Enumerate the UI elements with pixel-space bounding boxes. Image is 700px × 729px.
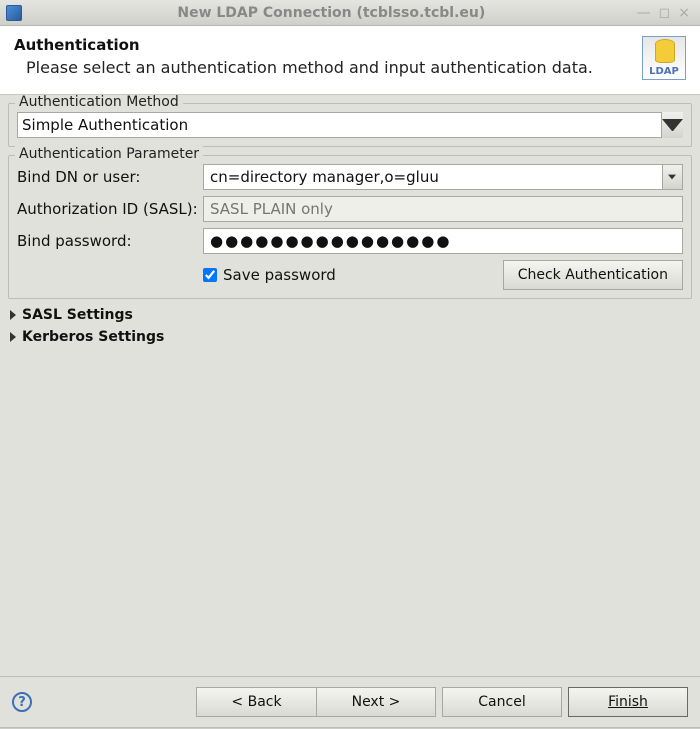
bind-password-label: Bind password: (17, 232, 203, 250)
save-password-checkbox[interactable] (203, 268, 217, 282)
bind-password-input[interactable] (203, 228, 683, 254)
bind-dn-label: Bind DN or user: (17, 168, 203, 186)
auth-id-input (203, 196, 683, 222)
maximize-button[interactable]: ◻ (655, 5, 675, 21)
app-icon (6, 5, 22, 21)
auth-id-label: Authorization ID (SASL): (17, 200, 203, 218)
auth-method-select[interactable]: Simple Authentication (17, 112, 683, 138)
wizard-footer: ? < Back Next > Cancel Finish (0, 676, 700, 727)
bind-dn-input[interactable] (203, 164, 662, 190)
auth-param-legend: Authentication Parameter (15, 146, 203, 162)
sasl-settings-label: SASL Settings (22, 307, 133, 323)
page-title: Authentication (14, 36, 632, 54)
auth-method-legend: Authentication Method (15, 95, 183, 110)
minimize-button[interactable]: — (633, 5, 655, 21)
sasl-settings-expander[interactable]: SASL Settings (10, 307, 692, 323)
close-button[interactable]: × (674, 5, 694, 21)
back-button[interactable]: < Back (196, 687, 316, 717)
bind-dn-dropdown-button[interactable] (662, 164, 683, 190)
kerberos-settings-expander[interactable]: Kerberos Settings (10, 329, 692, 345)
auth-param-group: Authentication Parameter Bind DN or user… (8, 155, 692, 299)
window-title: New LDAP Connection (tcblsso.tcbl.eu) (30, 5, 633, 21)
auth-method-group: Authentication Method Simple Authenticat… (8, 103, 692, 147)
save-password-label: Save password (223, 266, 336, 284)
finish-button[interactable]: Finish (568, 687, 688, 717)
ldap-icon: LDAP (642, 36, 686, 80)
page-subtitle: Please select an authentication method a… (14, 58, 632, 77)
auth-method-select-wrap[interactable]: Simple Authentication (17, 112, 683, 138)
wizard-body: Authentication Method Simple Authenticat… (0, 95, 700, 676)
wizard-header: Authentication Please select an authenti… (0, 26, 700, 95)
titlebar: New LDAP Connection (tcblsso.tcbl.eu) — … (0, 0, 700, 26)
kerberos-settings-label: Kerberos Settings (22, 329, 164, 345)
chevron-right-icon (10, 332, 16, 342)
next-button[interactable]: Next > (316, 687, 436, 717)
help-icon[interactable]: ? (12, 692, 32, 712)
cancel-button[interactable]: Cancel (442, 687, 562, 717)
chevron-right-icon (10, 310, 16, 320)
check-authentication-button[interactable]: Check Authentication (503, 260, 683, 290)
